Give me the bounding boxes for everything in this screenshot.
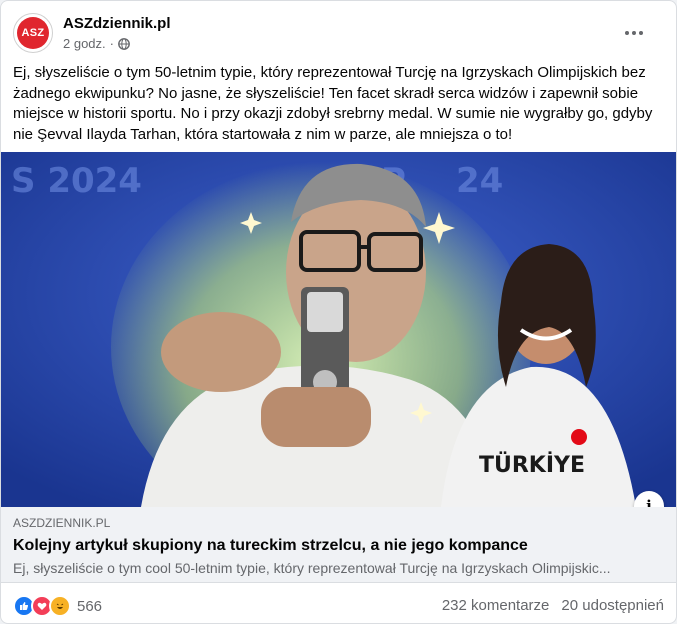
- more-dot: [639, 31, 643, 35]
- bg-text-left: S 2024: [11, 161, 142, 201]
- post-time[interactable]: 2 godz.: [63, 36, 106, 51]
- post-meta: 2 godz. ·: [63, 36, 130, 51]
- asz-logo-icon[interactable]: ASZ: [13, 13, 53, 53]
- reactions-summary[interactable]: 566: [13, 595, 102, 617]
- shirt-text: TÜRKİYE: [479, 452, 585, 478]
- link-preview[interactable]: ASZDZIENNIK.PL Kolejny artykuł skupiony …: [1, 507, 676, 583]
- post-footer: 566 232 komentarze 20 udostępnień: [13, 591, 664, 621]
- post-card: ASZ ASZdziennik.pl 2 godz. · Ej, słyszel…: [0, 0, 677, 624]
- more-dot: [632, 31, 636, 35]
- link-domain: ASZDZIENNIK.PL: [13, 516, 111, 530]
- page-name-link[interactable]: ASZdziennik.pl: [63, 15, 171, 32]
- post-header: ASZ ASZdziennik.pl 2 godz. ·: [13, 13, 664, 57]
- bg-text-right2: 24: [456, 161, 503, 201]
- more-options-icon[interactable]: [616, 19, 652, 47]
- post-image-illustration: S 2024 P 24 TÜRKİYE: [1, 152, 676, 507]
- reaction-count: 566: [77, 597, 103, 615]
- globe-icon[interactable]: [118, 37, 130, 50]
- more-dot: [625, 31, 629, 35]
- link-title[interactable]: Kolejny artykuł skupiony na tureckim str…: [13, 537, 528, 555]
- haha-icon: [49, 595, 71, 617]
- post-image[interactable]: S 2024 P 24 TÜRKİYE i: [1, 152, 676, 507]
- post-text: Ej, słyszeliście o tym 50-letnim typie, …: [13, 64, 653, 143]
- link-description: Ej, słyszeliście o tym cool 50-letnim ty…: [13, 560, 611, 576]
- engagement-stats: 232 komentarze 20 udostępnień: [442, 597, 664, 614]
- avatar-text: ASZ: [17, 17, 49, 49]
- comments-link[interactable]: 232 komentarze: [442, 597, 550, 614]
- meta-separator: ·: [109, 36, 114, 51]
- shares-link[interactable]: 20 udostępnień: [561, 597, 664, 614]
